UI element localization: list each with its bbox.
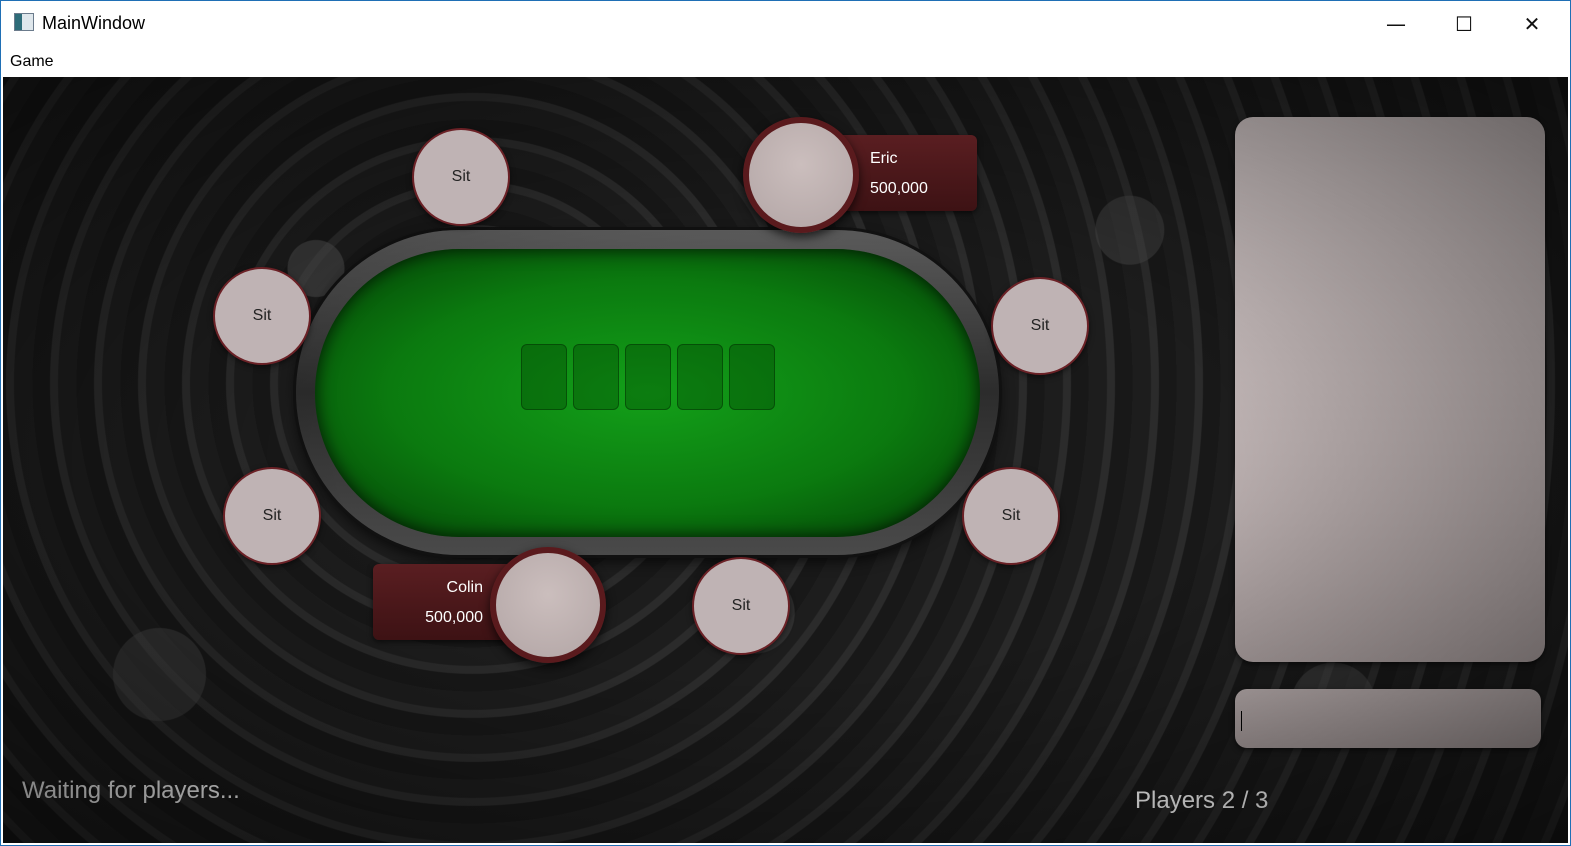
sit-button[interactable]: Sit (223, 467, 321, 565)
main-window: MainWindow — ☐ ✕ Game Sit Sit Sit Sit Si… (0, 0, 1571, 846)
chat-log[interactable] (1235, 117, 1545, 662)
sit-button[interactable]: Sit (213, 267, 311, 365)
sit-button[interactable]: Sit (692, 557, 790, 655)
menu-bar: Game (1, 47, 1570, 76)
status-message: Waiting for players... (22, 777, 240, 804)
maximize-button[interactable]: ☐ (1430, 1, 1498, 47)
minimize-button[interactable]: — (1362, 1, 1430, 47)
game-area: Sit Sit Sit Sit Sit Sit Eric 500,000 Col… (3, 77, 1568, 843)
app-icon (14, 13, 34, 31)
player-chips: 500,000 (870, 180, 928, 197)
close-icon: ✕ (1523, 12, 1541, 36)
community-card-slot (625, 344, 671, 410)
menu-item-game[interactable]: Game (10, 53, 54, 71)
player-avatar (743, 117, 859, 233)
community-card-slot (573, 344, 619, 410)
sit-button[interactable]: Sit (991, 277, 1089, 375)
minimize-icon: — (1386, 12, 1406, 36)
title-bar: MainWindow — ☐ ✕ (1, 1, 1570, 47)
community-card-slot (521, 344, 567, 410)
sit-button[interactable]: Sit (962, 467, 1060, 565)
player-avatar (490, 547, 606, 663)
community-card-slot (729, 344, 775, 410)
chat-input[interactable] (1235, 689, 1541, 748)
maximize-icon: ☐ (1455, 12, 1473, 36)
player-name: Colin (446, 579, 483, 596)
text-caret (1241, 711, 1242, 731)
sit-button[interactable]: Sit (412, 128, 510, 226)
players-count: Players 2 / 3 (1135, 787, 1269, 814)
community-card-slot (677, 344, 723, 410)
window-title: MainWindow (42, 13, 146, 33)
player-chips: 500,000 (425, 609, 483, 626)
close-button[interactable]: ✕ (1498, 1, 1566, 47)
player-name: Eric (870, 150, 898, 167)
